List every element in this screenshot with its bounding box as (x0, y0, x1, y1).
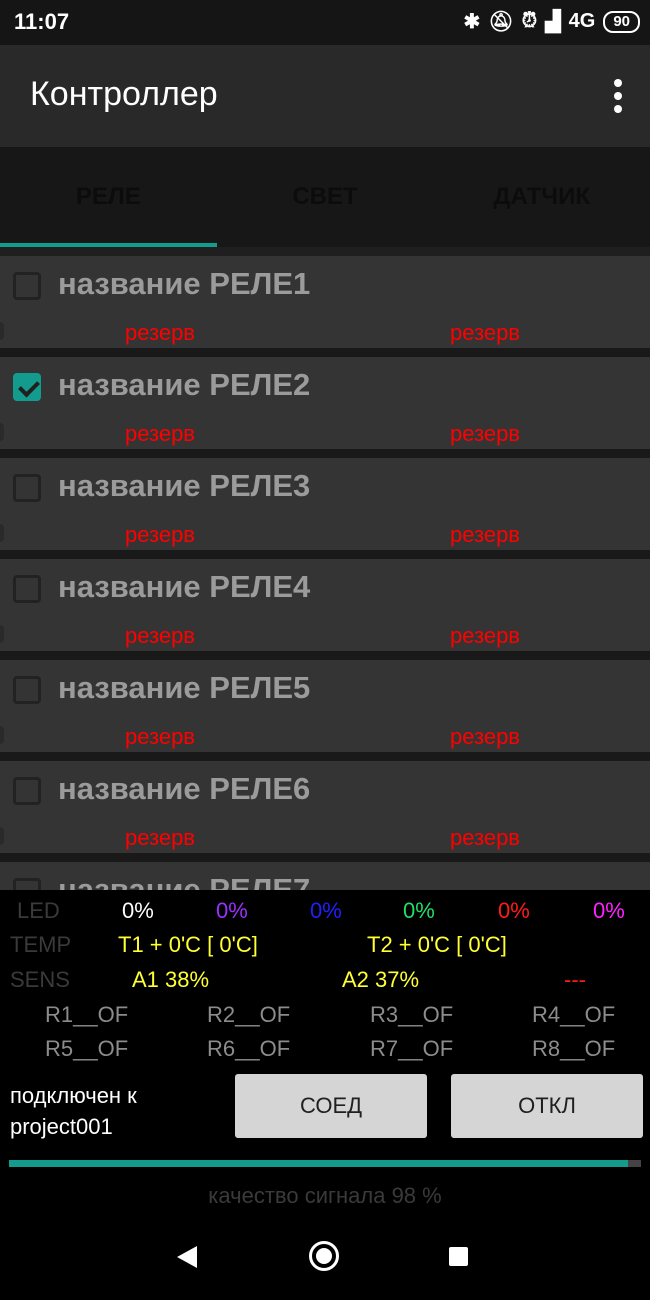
relay-name: название РЕЛЕ7 (58, 872, 311, 890)
home-icon[interactable] (309, 1241, 339, 1271)
relay-list: название РЕЛЕ1 резерв резерв название РЕ… (0, 256, 650, 890)
relay-name: название РЕЛЕ6 (58, 771, 311, 806)
relay-checkbox[interactable] (13, 878, 41, 890)
relay-item: название РЕЛЕ2 резерв резерв (0, 357, 650, 449)
relay-reserve-2: резерв (450, 522, 520, 547)
relay-handle (0, 322, 4, 340)
relay-state-2: R2__OF (207, 1002, 291, 1027)
signal-progress-fill (9, 1160, 629, 1167)
tab-relay[interactable]: РЕЛЕ (0, 147, 217, 247)
relay-reserve-2: резерв (450, 623, 520, 648)
relay-checkbox[interactable] (13, 777, 41, 805)
relay-reserve-2: резерв (450, 320, 520, 345)
temp-t1: T1 + 0'C [ 0'C] (118, 932, 258, 957)
relay-item: название РЕЛЕ5 резерв резерв (0, 660, 650, 752)
relay-reserve-1: резерв (125, 623, 195, 648)
led-value-1: 0% (122, 898, 154, 923)
temp-t2: T2 + 0'C [ 0'C] (367, 932, 507, 957)
relay-checkbox[interactable] (13, 373, 41, 401)
network-type: 4G (568, 10, 596, 32)
recents-icon[interactable] (449, 1247, 468, 1266)
mute-bell-icon: 🔕︎ (488, 11, 514, 33)
led-value-6: 0% (593, 898, 625, 923)
relay-item: название РЕЛЕ1 резерв резерв (0, 256, 650, 348)
relay-checkbox[interactable] (13, 676, 41, 704)
relay-state-4: R4__OF (532, 1002, 616, 1027)
relay-reserve-1: резерв (125, 724, 195, 749)
relay-checkbox[interactable] (13, 575, 41, 603)
relay-handle (0, 423, 4, 441)
connection-line-1: подключен к (10, 1083, 137, 1108)
tab-indicator (0, 243, 217, 247)
relay-name: название РЕЛЕ2 (58, 367, 311, 402)
relay-reserve-1: резерв (125, 825, 195, 850)
relay-reserve-1: резерв (125, 320, 195, 345)
relay-checkbox[interactable] (13, 474, 41, 502)
relay-reserve-2: резерв (450, 825, 520, 850)
relay-item: название РЕЛЕ4 резерв резерв (0, 559, 650, 651)
tab-sensor[interactable]: ДАТЧИК (433, 147, 650, 247)
bluetooth-icon: ✱ (463, 11, 481, 33)
temp-label: TEMP (10, 932, 72, 957)
overflow-menu-icon[interactable] (614, 79, 622, 113)
relay-name: название РЕЛЕ3 (58, 468, 311, 503)
relay-item: название РЕЛЕ6 резерв резерв (0, 761, 650, 853)
status-bar: 11:07 ✱ 🔕︎ ⏰︎ ▟ 4G 90 (0, 0, 650, 45)
connection-status: подключен к project001 (10, 1080, 137, 1142)
relay-handle (0, 726, 4, 744)
tab-light[interactable]: СВЕТ (217, 147, 434, 247)
connection-device: project001 (10, 1114, 113, 1139)
relay-name: название РЕЛЕ5 (58, 670, 311, 705)
status-time: 11:07 (14, 9, 70, 34)
relay-item: название РЕЛЕ3 резерв резерв (0, 458, 650, 550)
led-value-4: 0% (403, 898, 435, 923)
relay-reserve-2: резерв (450, 724, 520, 749)
sens-a3: --- (564, 967, 586, 992)
relay-item: название РЕЛЕ7 (0, 862, 650, 890)
relay-handle (0, 625, 4, 643)
led-value-2: 0% (216, 898, 248, 923)
relay-reserve-1: резерв (125, 421, 195, 446)
sens-label: SENS (10, 967, 70, 992)
signal-progress-bar (9, 1160, 641, 1167)
relay-state-1: R1__OF (45, 1002, 129, 1027)
relay-name: название РЕЛЕ4 (58, 569, 311, 604)
app-title: Контроллер (30, 75, 218, 113)
relay-state-5: R5__OF (45, 1036, 129, 1061)
sens-a2: A2 37% (342, 967, 420, 992)
relay-name: название РЕЛЕ1 (58, 266, 311, 301)
led-value-5: 0% (498, 898, 530, 923)
relay-state-6: R6__OF (207, 1036, 291, 1061)
led-value-3: 0% (310, 898, 342, 923)
app-bar: Контроллер (0, 45, 650, 147)
relay-state-7: R7__OF (370, 1036, 454, 1061)
tab-bar: РЕЛЕ СВЕТ ДАТЧИК (0, 147, 650, 247)
disconnect-button[interactable]: ОТКЛ (451, 1074, 643, 1138)
battery-icon: 90 (603, 10, 640, 33)
navigation-bar (0, 1213, 650, 1300)
signal-icon: ▟ (545, 11, 561, 33)
signal-quality-text: качество сигнала 98 % (208, 1183, 442, 1208)
led-label: LED (17, 898, 60, 923)
relay-handle (0, 827, 4, 845)
sens-a1: A1 38% (132, 967, 210, 992)
status-icons: ✱ 🔕︎ ⏰︎ ▟ 4G 90 (463, 9, 640, 34)
connect-button[interactable]: СОЕД (235, 1074, 427, 1138)
relay-handle (0, 524, 4, 542)
back-icon[interactable] (177, 1246, 197, 1268)
relay-state-3: R3__OF (370, 1002, 454, 1027)
status-panel: LED TEMP SENS 0% 0% 0% 0% 0% 0% T1 + 0'C… (0, 890, 650, 1213)
relay-reserve-2: резерв (450, 421, 520, 446)
relay-state-8: R8__OF (532, 1036, 616, 1061)
relay-reserve-1: резерв (125, 522, 195, 547)
alarm-icon: ⏰︎ (521, 10, 538, 32)
relay-checkbox[interactable] (13, 272, 41, 300)
